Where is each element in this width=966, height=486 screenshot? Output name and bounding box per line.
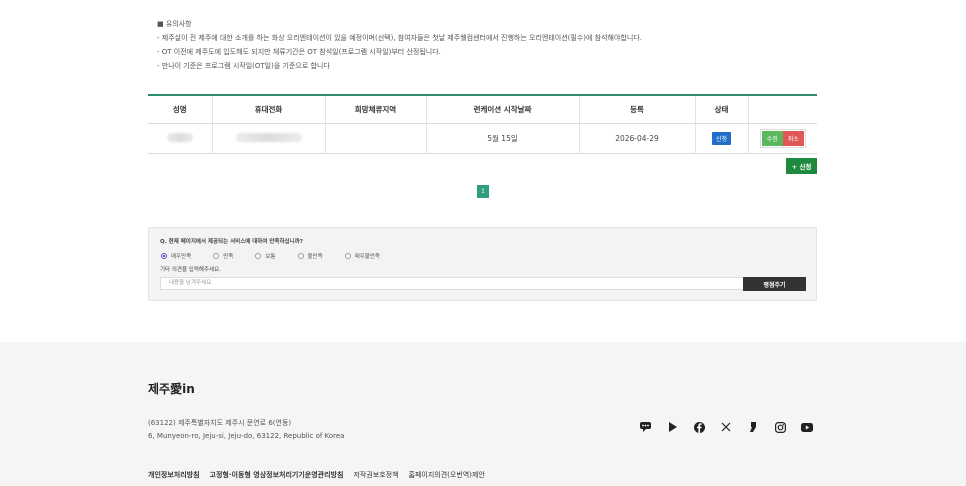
play-icon[interactable]	[665, 420, 679, 434]
page-1-button[interactable]: 1	[477, 185, 489, 198]
col-status: 상태	[694, 94, 748, 124]
cell-start-date: 5월 15일	[425, 123, 579, 154]
footer: 제주愛in (63122) 제주특별자치도 제주시 문연로 6(연동) 6, M…	[0, 342, 966, 486]
submit-rating-button[interactable]: 평점주기	[743, 277, 806, 291]
application-table: 성명 휴대전화 희망체류지역 런케이션 시작날짜 등록 상태 5월 15일 20…	[148, 94, 817, 154]
cell-name	[148, 123, 212, 154]
notice-line-3: - 만나이 기준은 프로그램 시작일(OT일)을 기준으로 합니다	[157, 62, 330, 70]
col-actions	[747, 94, 817, 124]
notice-section: ■ 유의사항 - 제주살이 전 제주에 대한 소개를 하는 화상 오리엔테이션이…	[157, 17, 642, 73]
cell-actions: 수정 취소	[747, 123, 817, 154]
cell-phone	[211, 123, 325, 154]
option-dissatisfied[interactable]: 불만족	[297, 252, 323, 260]
col-region: 희망체류지역	[324, 94, 426, 124]
cell-region	[324, 123, 426, 154]
social-links	[625, 420, 814, 434]
radio-icon[interactable]	[297, 253, 304, 259]
option-label: 매우불만족	[354, 254, 380, 260]
row-actions: 수정 취소	[759, 129, 806, 148]
privacy-policy-link[interactable]: 개인정보처리방침	[148, 470, 200, 480]
satisfaction-survey: Q. 현재 페이지에서 제공되는 서비스에 대하여 만족하십니까? 매우만족 만…	[148, 227, 817, 301]
address-korean: (63122) 제주특별자치도 제주시 문연로 6(연동)	[148, 419, 292, 427]
option-neutral[interactable]: 보통	[255, 252, 276, 260]
col-name: 성명	[148, 94, 212, 124]
notice-line-1: - 제주살이 전 제주에 대한 소개를 하는 화상 오리엔테이션이 있을 예정이…	[157, 34, 642, 42]
option-label: 만족	[223, 254, 234, 260]
survey-options: 매우만족 만족 보통 불만족 매우불만족	[161, 252, 402, 260]
edit-button[interactable]: 수정	[761, 131, 783, 146]
x-icon[interactable]	[719, 420, 733, 434]
apply-button[interactable]: + 신청	[786, 158, 817, 174]
youtube-icon[interactable]	[800, 420, 814, 434]
footer-links: 개인정보처리방침 고정형·이동형 영상정보처리기기운영관리방침 저작권보호정책 …	[148, 470, 495, 480]
survey-question: Q. 현재 페이지에서 제공되는 서비스에 대하여 만족하십니까?	[160, 239, 303, 245]
radio-icon[interactable]	[344, 253, 351, 259]
instagram-icon[interactable]	[773, 420, 787, 434]
chat-icon[interactable]	[638, 420, 652, 434]
blog-icon[interactable]	[746, 420, 760, 434]
radio-selected-icon[interactable]	[161, 253, 167, 259]
option-label: 보통	[265, 254, 276, 260]
facebook-icon[interactable]	[692, 420, 706, 434]
footer-logo: 제주愛in	[148, 382, 195, 396]
option-very-satisfied[interactable]: 매우만족	[161, 252, 191, 260]
blurred-name	[166, 133, 193, 142]
feedback-link[interactable]: 홈페이지의견(오번역)제안	[409, 470, 485, 480]
col-phone: 휴대전화	[211, 94, 325, 124]
table-row: 5월 15일 2026-04-29 신청 수정 취소	[148, 123, 817, 154]
option-label: 매우만족	[171, 254, 192, 260]
cancel-button[interactable]: 취소	[782, 131, 804, 146]
other-opinion-label: 기타 의견을 입력해주세요.	[160, 267, 221, 273]
option-satisfied[interactable]: 만족	[213, 252, 233, 260]
status-badge: 신청	[711, 132, 732, 145]
address-english: 6, Munyeon-ro, Jeju-si, Jeju-do, 63122, …	[148, 432, 345, 440]
cell-registered: 2026-04-29	[578, 123, 695, 154]
blurred-phone	[235, 133, 302, 142]
cctv-policy-link[interactable]: 고정형·이동형 영상정보처리기기운영관리방침	[210, 470, 344, 480]
notice-title: ■ 유의사항	[157, 20, 192, 28]
col-registered: 등록	[578, 94, 695, 124]
radio-icon[interactable]	[255, 253, 262, 259]
col-start-date: 런케이션 시작날짜	[425, 94, 579, 124]
option-label: 불만족	[307, 254, 323, 260]
notice-line-2: - OT 이전에 제주도에 입도해도 되지만 체류기간은 OT 참석일(프로그램…	[157, 48, 441, 56]
table-header-row: 성명 휴대전화 희망체류지역 런케이션 시작날짜 등록 상태	[148, 94, 817, 124]
copyright-policy-link[interactable]: 저작권보호정책	[353, 470, 398, 480]
opinion-input[interactable]: 내용을 남겨주세요.	[160, 277, 745, 290]
cell-status: 신청	[694, 123, 748, 154]
footer-address: (63122) 제주특별자치도 제주시 문연로 6(연동) 6, Munyeon…	[148, 417, 344, 443]
radio-icon[interactable]	[213, 253, 220, 259]
option-very-dissatisfied[interactable]: 매우불만족	[344, 252, 380, 260]
